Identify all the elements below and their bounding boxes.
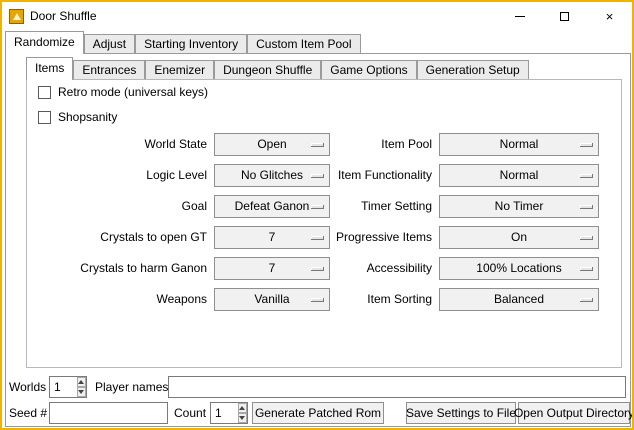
accessibility-label: Accessibility [320, 257, 432, 280]
timer-setting-value: No Timer [495, 196, 544, 217]
weapons-dropdown[interactable]: Vanilla [214, 288, 330, 311]
dropdown-indicator-icon [580, 143, 593, 147]
goal-dropdown[interactable]: Defeat Ganon [214, 195, 330, 218]
logic-level-label: Logic Level [40, 164, 207, 187]
worlds-label: Worlds [9, 376, 46, 398]
dropdown-indicator-icon [580, 236, 593, 240]
close-button[interactable]: × [587, 2, 632, 30]
count-input[interactable] [211, 403, 238, 423]
shopsanity-label: Shopsanity [58, 111, 117, 124]
weapons-value: Vanilla [254, 289, 289, 310]
window-controls: × [497, 2, 632, 30]
seed-input[interactable] [49, 402, 168, 424]
open-output-directory-button[interactable]: Open Output Directory [518, 402, 630, 424]
minimize-icon [515, 16, 525, 17]
accessibility-dropdown[interactable]: 100% Locations [439, 257, 599, 280]
shopsanity-checkbox[interactable] [38, 111, 51, 124]
player-names-label: Player names [95, 376, 168, 398]
maximize-icon [560, 12, 569, 21]
count-spinner[interactable] [210, 402, 248, 424]
close-icon: × [606, 10, 614, 23]
arrow-up-icon [239, 406, 245, 410]
minimize-button[interactable] [497, 2, 542, 30]
arrow-up-icon [78, 380, 84, 384]
tab-generation-setup[interactable]: Generation Setup [417, 60, 529, 79]
count-label: Count [174, 402, 206, 424]
spin-up-button[interactable] [77, 377, 86, 387]
outer-tab-bar: Randomize Adjust Starting Inventory Cust… [5, 31, 361, 53]
accessibility-value: 100% Locations [476, 258, 561, 279]
item-pool-dropdown[interactable]: Normal [439, 133, 599, 156]
logic-level-value: No Glitches [241, 165, 303, 186]
worlds-spin-arrows [77, 377, 86, 397]
logic-level-dropdown[interactable]: No Glitches [214, 164, 330, 187]
count-spin-arrows [238, 403, 247, 423]
tab-adjust[interactable]: Adjust [84, 34, 135, 53]
crystals-gt-dropdown[interactable]: 7 [214, 226, 330, 249]
tab-game-options[interactable]: Game Options [321, 60, 416, 79]
worlds-spinner[interactable] [49, 376, 87, 398]
spin-down-button[interactable] [77, 387, 86, 397]
weapons-label: Weapons [40, 288, 207, 311]
maximize-button[interactable] [542, 2, 587, 30]
item-pool-value: Normal [500, 134, 539, 155]
spin-up-button[interactable] [238, 403, 247, 413]
item-pool-label: Item Pool [320, 133, 432, 156]
progressive-items-value: On [511, 227, 527, 248]
retro-mode-label: Retro mode (universal keys) [58, 86, 208, 99]
progressive-items-label: Progressive Items [320, 226, 432, 249]
spin-down-button[interactable] [238, 413, 247, 423]
dropdown-indicator-icon [580, 174, 593, 178]
retro-mode-checkbox-row: Retro mode (universal keys) [38, 86, 208, 99]
item-sorting-value: Balanced [494, 289, 544, 310]
crystals-ganon-label: Crystals to harm Ganon [40, 257, 207, 280]
retro-mode-checkbox[interactable] [38, 86, 51, 99]
tab-dungeon-shuffle[interactable]: Dungeon Shuffle [214, 60, 321, 79]
generate-patched-rom-button[interactable]: Generate Patched Rom [252, 402, 384, 424]
item-functionality-value: Normal [500, 165, 539, 186]
arrow-down-icon [78, 390, 84, 394]
crystals-ganon-value: 7 [269, 258, 276, 279]
item-functionality-label: Item Functionality [320, 164, 432, 187]
app-window: Door Shuffle × Randomize Adjust Starting… [0, 0, 634, 430]
shopsanity-checkbox-row: Shopsanity [38, 111, 117, 124]
worlds-input[interactable] [50, 377, 77, 397]
tab-starting-inventory[interactable]: Starting Inventory [135, 34, 247, 53]
title-bar: Door Shuffle × [2, 2, 632, 30]
goal-label: Goal [40, 195, 207, 218]
player-names-input[interactable] [168, 376, 626, 398]
dropdown-indicator-icon [580, 267, 593, 271]
tab-entrances[interactable]: Entrances [73, 60, 145, 79]
world-state-label: World State [40, 133, 207, 156]
crystals-gt-value: 7 [269, 227, 276, 248]
crystals-ganon-dropdown[interactable]: 7 [214, 257, 330, 280]
goal-value: Defeat Ganon [235, 196, 310, 217]
world-state-value: Open [257, 134, 286, 155]
app-icon [9, 9, 24, 24]
timer-setting-dropdown[interactable]: No Timer [439, 195, 599, 218]
dropdown-indicator-icon [580, 205, 593, 209]
inner-tab-bar: Items Entrances Enemizer Dungeon Shuffle… [26, 57, 529, 79]
tab-custom-item-pool[interactable]: Custom Item Pool [247, 34, 360, 53]
timer-setting-label: Timer Setting [320, 195, 432, 218]
progressive-items-dropdown[interactable]: On [439, 226, 599, 249]
dropdown-indicator-icon [580, 298, 593, 302]
crystals-gt-label: Crystals to open GT [40, 226, 207, 249]
arrow-down-icon [239, 416, 245, 420]
item-sorting-dropdown[interactable]: Balanced [439, 288, 599, 311]
item-sorting-label: Item Sorting [320, 288, 432, 311]
seed-label: Seed # [9, 402, 47, 424]
tab-items[interactable]: Items [26, 57, 73, 80]
window-title: Door Shuffle [30, 9, 97, 23]
save-settings-button[interactable]: Save Settings to File [406, 402, 516, 424]
world-state-dropdown[interactable]: Open [214, 133, 330, 156]
item-functionality-dropdown[interactable]: Normal [439, 164, 599, 187]
tab-enemizer[interactable]: Enemizer [145, 60, 214, 79]
tab-randomize[interactable]: Randomize [5, 31, 84, 54]
